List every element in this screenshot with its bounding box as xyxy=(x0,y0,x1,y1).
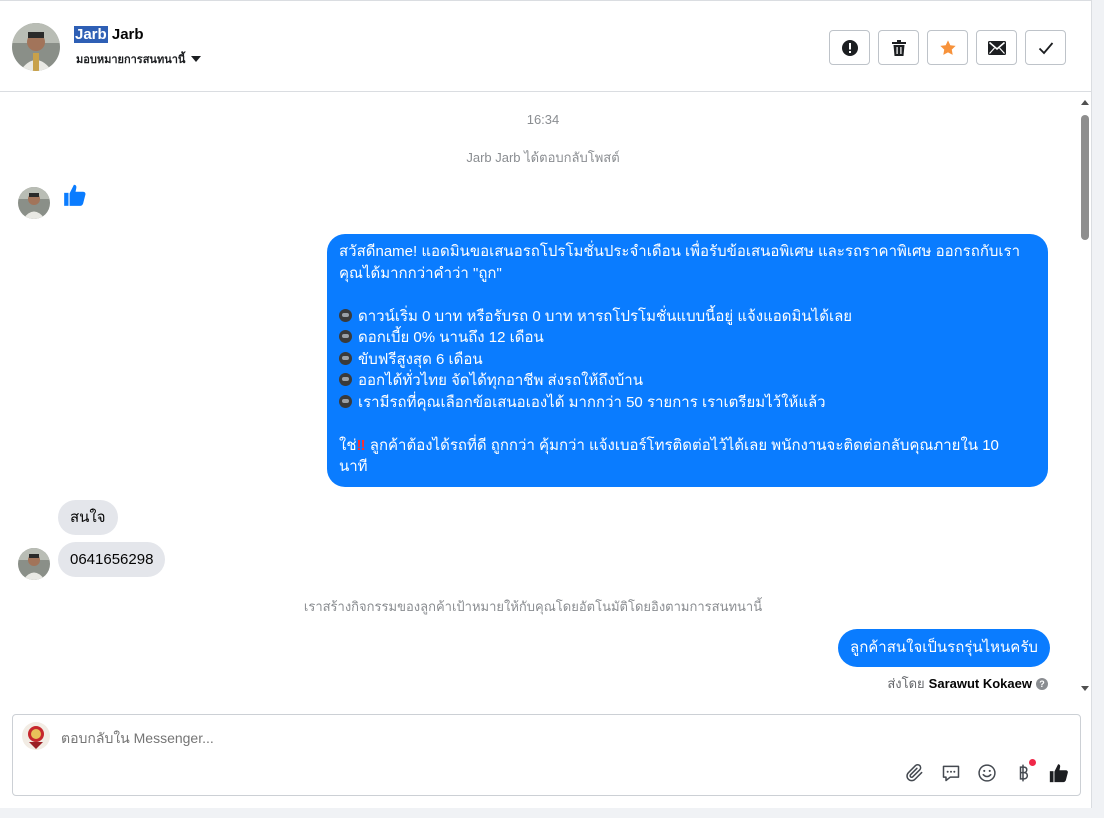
sent-by-label: ส่งโดย xyxy=(887,676,925,691)
promo-line: สวัสดีname! แอดมินขอเสนอรถโปรโมชั่นประจำ… xyxy=(339,243,1021,260)
star-icon xyxy=(939,39,956,55)
notification-dot xyxy=(1029,759,1036,766)
emoji-button[interactable] xyxy=(976,762,998,784)
message-thread[interactable]: 16:34 Jarb Jarb ได้ตอบกลับโพสต์ สวัสดีna… xyxy=(0,93,1078,696)
assign-conversation-dropdown[interactable]: มอบหมายการสนทนานี้ xyxy=(76,50,202,68)
contact-name-highlighted: Jarb xyxy=(74,26,108,43)
system-message-reply: Jarb Jarb ได้ตอบกลับโพสต์ xyxy=(466,150,620,165)
promo-bullet-text: ดอกเบี้ย 0% นานถึง 12 เดือน xyxy=(358,329,544,346)
promo-bullet: ดาวน์เริ่ม 0 บาท หรือรับรถ 0 บาท หารถโปร… xyxy=(339,306,1036,328)
baht-icon xyxy=(1019,764,1029,782)
header-actions xyxy=(829,30,1066,65)
sender-avatar[interactable] xyxy=(18,187,50,219)
star-button[interactable] xyxy=(927,30,968,65)
car-emoji-icon xyxy=(339,373,352,386)
send-like-button[interactable] xyxy=(1048,762,1070,784)
conversation-panel: Jarb Jarb มอบหมายการสนทนานี้ 16:34 Jarb … xyxy=(0,0,1092,808)
sent-by-name: Sarawut Kokaew xyxy=(928,676,1032,691)
check-icon xyxy=(1038,41,1053,54)
contact-avatar[interactable] xyxy=(12,23,60,71)
system-message-activity: เราสร้างกิจกรรมของลูกค้าเป้าหมายให้กับคุ… xyxy=(303,599,763,614)
promo-bullet-text: ออกได้ทั่วไทย จัดได้ทุกอาชีพ ส่งรถให้ถึง… xyxy=(358,372,643,389)
sender-avatar[interactable] xyxy=(18,548,50,580)
scroll-up-arrow-icon[interactable] xyxy=(1081,100,1089,105)
help-icon[interactable]: ? xyxy=(1036,677,1048,690)
trash-icon xyxy=(891,39,906,56)
conversation-header: Jarb Jarb มอบหมายการสนทนานี้ xyxy=(0,4,1092,92)
promo-closing-end: นาที xyxy=(339,458,368,475)
promo-closing-prefix: ใช่ xyxy=(339,436,357,454)
message-timestamp: 16:34 xyxy=(526,112,560,127)
promo-bullet: ขับฟรีสูงสุด 6 เดือน xyxy=(339,349,1036,371)
sent-by-info: ส่งโดย Sarawut Kokaew ? xyxy=(887,673,1048,694)
promo-bullet: ออกได้ทั่วไทย จัดได้ทุกอาชีพ ส่งรถให้ถึง… xyxy=(339,370,1036,392)
incoming-like-message[interactable] xyxy=(62,182,88,213)
promo-bullet-text: เรามีรถที่คุณเลือกข้อเสนอเองได้ มากกว่า … xyxy=(358,393,826,411)
promo-bullet-text: ขับฟรีสูงสุด 6 เดือน xyxy=(358,350,483,368)
mail-icon xyxy=(987,40,1006,55)
mark-unread-button[interactable] xyxy=(976,30,1017,65)
promo-bullet: เรามีรถที่คุณเลือกข้อเสนอเองได้ มากกว่า … xyxy=(339,392,1036,414)
incoming-message[interactable]: สนใจ xyxy=(58,500,118,535)
alert-circle-icon xyxy=(841,39,858,56)
car-emoji-icon xyxy=(339,330,352,343)
mark-spam-button[interactable] xyxy=(829,30,870,65)
outgoing-promo-message[interactable]: สวัสดีname! แอดมินขอเสนอรถโปรโมชั่นประจำ… xyxy=(327,234,1048,487)
caret-down-icon xyxy=(191,56,202,62)
outgoing-message[interactable]: ลูกค้าสนใจเป็นรถรุ่นไหนครับ xyxy=(838,629,1050,667)
smiley-icon xyxy=(978,764,996,782)
promo-blank-line xyxy=(339,284,1036,306)
scrollbar-thumb[interactable] xyxy=(1081,115,1089,240)
promo-line: คุณได้มากกว่าคำว่า "ถูก" xyxy=(339,264,502,282)
thumbs-up-icon xyxy=(1049,764,1068,783)
reply-composer xyxy=(12,714,1081,796)
promo-closing: ใช่‼ ลูกค้าต้องได้รถที่ดี ถูกกว่า คุ้มกว… xyxy=(339,435,1036,457)
payment-button[interactable] xyxy=(1012,759,1036,784)
page-avatar xyxy=(22,722,50,750)
saved-replies-button[interactable] xyxy=(940,762,962,784)
chat-bubble-icon xyxy=(942,765,960,782)
thumbs-up-icon xyxy=(64,184,86,206)
assign-conversation-label: มอบหมายการสนทนานี้ xyxy=(76,54,186,66)
car-emoji-icon xyxy=(339,394,352,408)
promo-bullet-text: ดาวน์เริ่ม 0 บาท หรือรับรถ 0 บาท หารถโปร… xyxy=(358,307,853,325)
car-emoji-icon xyxy=(339,308,352,322)
delete-button[interactable] xyxy=(878,30,919,65)
double-exclamation-icon: ‼ xyxy=(356,436,366,454)
car-emoji-icon xyxy=(339,351,352,365)
composer-tools xyxy=(904,759,1070,784)
reply-input[interactable] xyxy=(61,730,661,746)
promo-blank-line xyxy=(339,413,1036,435)
incoming-message-phone[interactable]: 0641656298 xyxy=(58,542,166,577)
thread-scrollbar[interactable] xyxy=(1078,100,1092,696)
mark-done-button[interactable] xyxy=(1025,30,1066,65)
promo-bullet: ดอกเบี้ย 0% นานถึง 12 เดือน xyxy=(339,327,1036,349)
contact-name-rest: Jarb xyxy=(107,26,144,43)
attach-button[interactable] xyxy=(904,762,926,784)
paperclip-icon xyxy=(906,763,923,782)
scroll-down-arrow-icon[interactable] xyxy=(1081,686,1089,691)
contact-name[interactable]: Jarb Jarb xyxy=(74,26,144,43)
promo-closing-text: ลูกค้าต้องได้รถที่ดี ถูกกว่า คุ้มกว่า แจ… xyxy=(365,436,999,454)
